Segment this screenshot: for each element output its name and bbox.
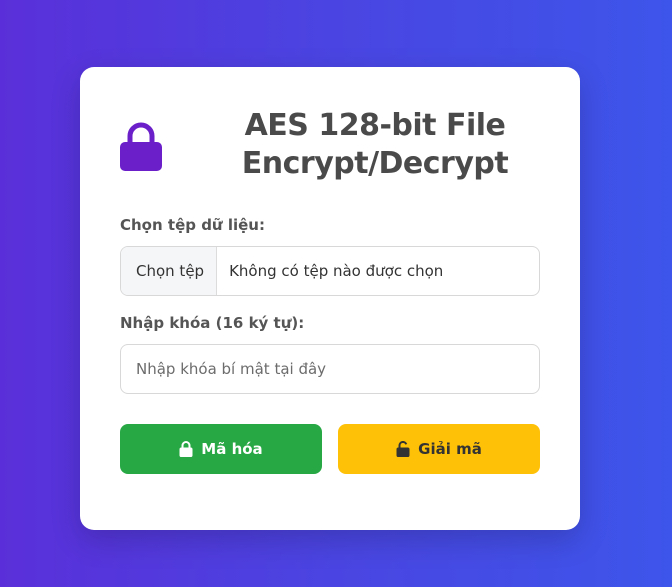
page-title: AES 128-bit File Encrypt/Decrypt (241, 108, 509, 181)
encrypt-card: AES 128-bit File Encrypt/Decrypt Chọn tệ… (80, 67, 580, 530)
key-field-label: Nhập khóa (16 ký tự): (120, 314, 305, 332)
choose-file-button[interactable]: Chọn tệp (121, 247, 218, 295)
lock-icon (179, 441, 193, 457)
key-input[interactable] (120, 344, 540, 394)
unlock-icon (396, 441, 410, 457)
encrypt-button[interactable]: Mã hóa (120, 424, 322, 474)
file-field-label: Chọn tệp dữ liệu: (120, 216, 265, 234)
card-header: AES 128-bit File Encrypt/Decrypt (80, 107, 580, 187)
file-status-text: Không có tệp nào được chọn (229, 262, 444, 280)
decrypt-button[interactable]: Giải mã (338, 424, 540, 474)
file-input[interactable]: Chọn tệp Không có tệp nào được chọn (120, 246, 540, 296)
lock-icon (120, 122, 162, 171)
decrypt-button-label: Giải mã (418, 440, 482, 458)
encrypt-button-label: Mã hóa (201, 440, 263, 458)
